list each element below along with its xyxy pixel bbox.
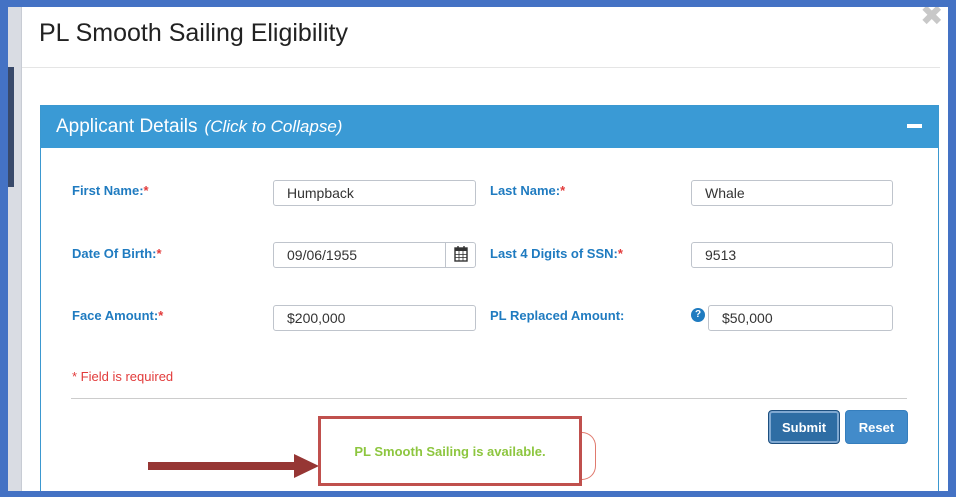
form-divider [71,398,907,399]
dob-label: Date Of Birth:* [72,246,162,261]
calendar-button[interactable] [445,243,475,267]
eligibility-result-message: PL Smooth Sailing is available. [354,444,546,459]
face-amount-value: $200,000 [287,310,346,326]
reset-button[interactable]: Reset [845,410,908,444]
annotation-arrow [148,454,319,478]
required-field-note: * Field is required [72,369,174,384]
required-asterisk: * [617,246,623,261]
close-icon[interactable]: ✖ [920,2,943,30]
last-name-label: Last Name:* [490,183,565,198]
last-name-value: Whale [705,185,745,201]
calendar-icon [454,246,468,262]
submit-button[interactable]: Submit [768,410,840,444]
ssn-last4-input[interactable]: 9513 [691,242,893,268]
last-name-input[interactable]: Whale [691,180,893,206]
ssn-label-text: Last 4 Digits of SSN: [490,246,618,261]
required-asterisk: * [143,183,149,198]
face-amount-label: Face Amount:* [72,308,163,323]
required-asterisk: * [560,183,566,198]
pl-replaced-amount-input[interactable]: $50,000 [708,305,893,331]
first-name-label-text: First Name: [72,183,144,198]
first-name-value: Humpback [287,185,354,201]
dob-value: 09/06/1955 [287,247,358,263]
modal-header: PL Smooth Sailing Eligibility ✖ [22,2,943,68]
minus-icon[interactable] [907,124,922,128]
face-amount-input[interactable]: $200,000 [273,305,476,331]
dob-input[interactable]: 09/06/1955 [273,242,476,268]
face-amount-label-text: Face Amount: [72,308,159,323]
panel-title: Applicant Details (Click to Collapse) [56,116,342,138]
dob-label-text: Date Of Birth: [72,246,157,261]
required-asterisk: * [158,308,164,323]
required-asterisk: * [156,246,162,261]
background-window-shadow [8,67,14,187]
panel-collapse-hint: (Click to Collapse) [204,117,343,136]
pl-replaced-label-text: PL Replaced Amount: [490,308,625,323]
panel-header[interactable]: Applicant Details (Click to Collapse) [41,106,938,148]
pl-replaced-amount-value: $50,000 [722,310,773,326]
last-name-label-text: Last Name: [490,183,561,198]
panel-title-text: Applicant Details [56,116,198,137]
ssn-label: Last 4 Digits of SSN:* [490,246,623,261]
first-name-input[interactable]: Humpback [273,180,476,206]
background-window-strip [8,7,22,491]
pl-replaced-label: PL Replaced Amount: [490,308,624,323]
ssn-last4-value: 9513 [705,247,737,263]
modal-title: PL Smooth Sailing Eligibility [39,19,348,47]
help-icon[interactable]: ? [691,308,705,322]
first-name-label: First Name:* [72,183,149,198]
eligibility-result-callout: PL Smooth Sailing is available. [318,416,582,486]
